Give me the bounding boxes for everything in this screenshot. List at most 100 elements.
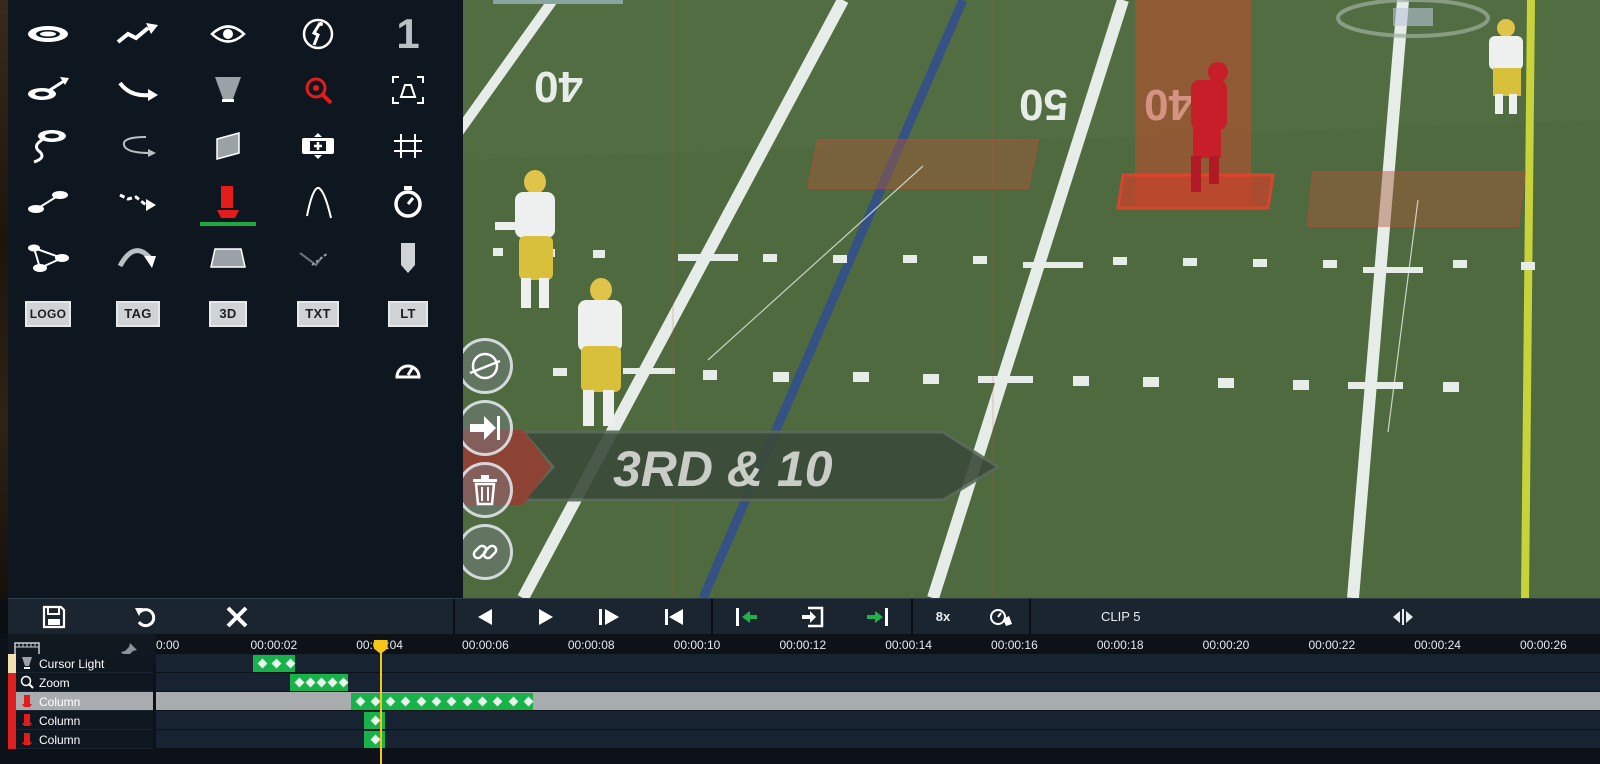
tick-label: 00:00:14 <box>885 638 932 652</box>
cursor-light-tool[interactable] <box>198 66 258 114</box>
plane-icon <box>216 132 240 160</box>
keyframe[interactable] <box>385 696 396 707</box>
video-viewport[interactable]: 40 50 40 3RD & 10 <box>463 0 1600 598</box>
column-icon <box>20 732 34 746</box>
offside-line-tool[interactable] <box>288 234 348 282</box>
track-clip[interactable] <box>363 712 385 729</box>
keyframe[interactable] <box>477 696 488 707</box>
three-d-label: 3D <box>209 301 247 327</box>
undo-icon <box>135 607 156 627</box>
zoom-tool[interactable] <box>288 66 348 114</box>
track-clip[interactable] <box>289 674 349 691</box>
trash-icon <box>473 475 497 506</box>
mark-out-button[interactable] <box>845 599 911 635</box>
timer-tool[interactable] <box>378 178 438 226</box>
keyframe[interactable] <box>285 658 296 669</box>
magnify-box-tool[interactable] <box>288 122 348 170</box>
prev-frame-button[interactable] <box>455 599 515 635</box>
keyframe[interactable] <box>257 658 268 669</box>
keyframe[interactable] <box>523 696 534 707</box>
reset-button[interactable] <box>100 599 192 635</box>
perspective-frame-tool[interactable] <box>378 66 438 114</box>
tick-label: 00:00:10 <box>673 638 721 652</box>
keyframe[interactable] <box>462 696 473 707</box>
track-header[interactable]: Cursor Light <box>8 654 153 673</box>
play-button[interactable] <box>515 599 577 635</box>
track-lane[interactable] <box>156 692 1600 711</box>
player-tool[interactable] <box>288 10 348 58</box>
three-d-tool[interactable]: 3D <box>198 290 258 338</box>
text-tool[interactable]: TXT <box>288 290 348 338</box>
surface-tool[interactable] <box>198 234 258 282</box>
save-icon <box>42 605 66 628</box>
save-button[interactable] <box>8 599 100 635</box>
keyframe[interactable] <box>446 696 457 707</box>
mark-in-button[interactable] <box>713 599 779 635</box>
grid-icon <box>394 134 422 158</box>
slow-motion-button[interactable] <box>973 599 1029 635</box>
track-header[interactable]: Zoom <box>8 673 153 692</box>
go-to-start-button[interactable] <box>641 599 707 635</box>
keyframe[interactable] <box>416 696 427 707</box>
return-arrow-tool[interactable] <box>108 122 168 170</box>
curve-tool[interactable] <box>288 178 348 226</box>
grid-tool[interactable] <box>378 122 438 170</box>
track-clip[interactable] <box>252 655 296 672</box>
zoom-icon <box>20 675 34 689</box>
step-forward-button[interactable] <box>577 599 641 635</box>
keyframe[interactable] <box>401 696 411 707</box>
zigzag-arrow-icon <box>116 23 158 44</box>
split-handle-button[interactable] <box>1383 599 1423 635</box>
stopwatch-icon <box>394 186 422 218</box>
track-clip[interactable] <box>350 693 534 710</box>
keyframe[interactable] <box>316 677 327 688</box>
go-to-marker-button[interactable] <box>779 599 845 635</box>
logo-label: LOGO <box>24 301 72 327</box>
plane-tool[interactable] <box>198 122 258 170</box>
marker-tool[interactable] <box>378 234 438 282</box>
close-button[interactable] <box>192 599 282 635</box>
track-lane[interactable] <box>156 654 1600 673</box>
track-header[interactable]: Column <box>8 692 153 711</box>
track-header[interactable]: Column <box>8 730 153 749</box>
football-field: 40 50 40 3RD & 10 <box>463 0 1600 598</box>
track-color-swatch <box>8 711 16 730</box>
lower-third-tool[interactable]: LT <box>378 290 438 338</box>
logo-tool[interactable]: LOGO <box>18 290 78 338</box>
stopwatch-hand-icon <box>990 608 1012 626</box>
ellipse-arrow-tool[interactable] <box>18 66 78 114</box>
connect-ellipses-tool[interactable] <box>18 178 78 226</box>
keyframe[interactable] <box>508 696 519 707</box>
curved-arrow-tool[interactable] <box>108 66 168 114</box>
keyframe[interactable] <box>431 696 442 707</box>
column-tool[interactable] <box>198 178 258 226</box>
keyframe[interactable] <box>492 696 503 707</box>
arc-arrow-tool[interactable] <box>108 234 168 282</box>
speedometer-tool[interactable] <box>378 346 438 394</box>
triangle-link-tool[interactable] <box>18 234 78 282</box>
enter-marker-icon <box>802 606 824 627</box>
keyframe[interactable] <box>271 658 282 669</box>
spotlight-eye-tool[interactable] <box>198 10 258 58</box>
track-lane[interactable] <box>156 711 1600 730</box>
close-icon <box>226 606 248 627</box>
keyframe[interactable] <box>294 677 305 688</box>
track-header[interactable]: Column <box>8 711 153 730</box>
keyframe[interactable] <box>305 677 316 688</box>
column-icon <box>217 186 239 218</box>
number-tool[interactable]: 1 <box>378 10 438 58</box>
tag-tool[interactable]: TAG <box>108 290 168 338</box>
playhead[interactable] <box>379 642 382 764</box>
speed-button[interactable]: 8x <box>913 599 973 635</box>
keyframe[interactable] <box>338 677 349 688</box>
ellipse-tool[interactable] <box>18 10 78 58</box>
dashed-arrow-tool[interactable] <box>108 178 168 226</box>
keyframe[interactable] <box>355 696 365 707</box>
track-name: Column <box>39 695 81 709</box>
track-clip[interactable] <box>363 731 385 748</box>
freehand-ellipse-tool[interactable] <box>18 122 78 170</box>
track-lane[interactable] <box>156 673 1600 692</box>
keyframe[interactable] <box>327 677 338 688</box>
track-lane[interactable] <box>156 730 1600 749</box>
arrow-path-tool[interactable] <box>108 10 168 58</box>
